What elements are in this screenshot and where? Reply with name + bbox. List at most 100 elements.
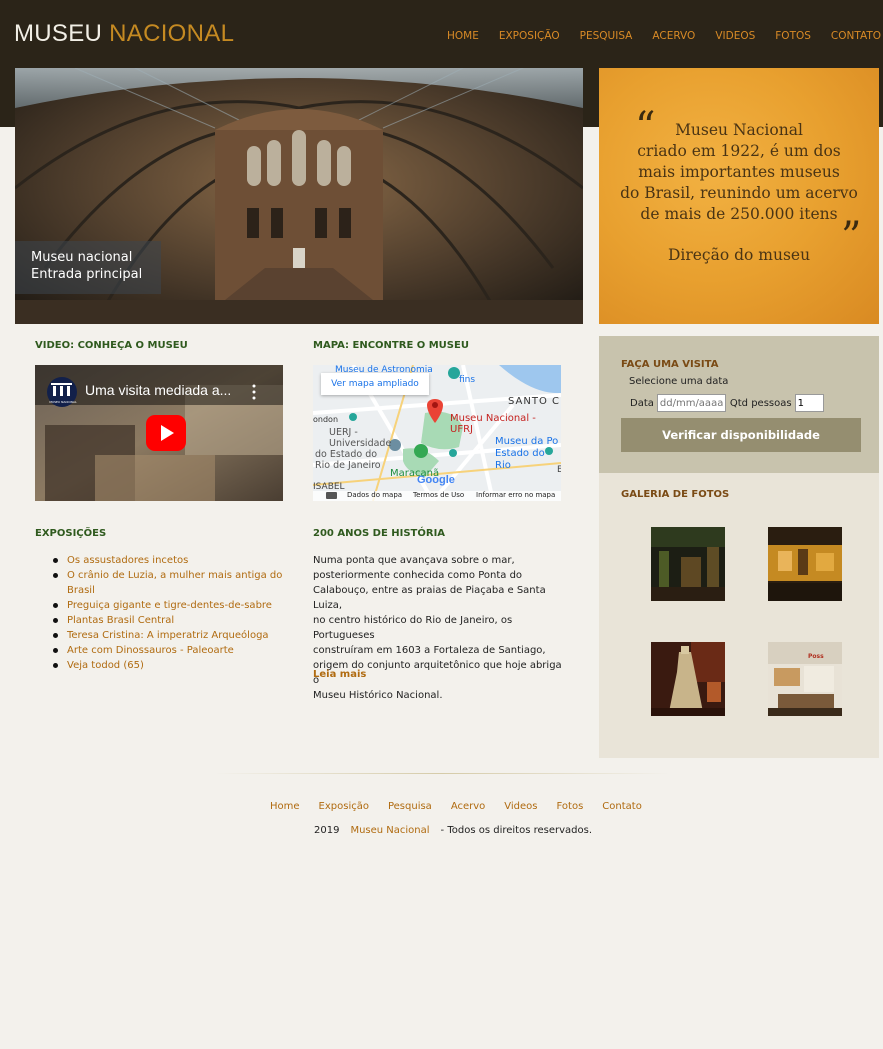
map-expand-link[interactable]: Ver mapa ampliado — [321, 373, 429, 395]
map-label: UERJ - — [329, 427, 358, 438]
nav-fotos[interactable]: FOTOS — [775, 30, 811, 42]
exhibit-link[interactable]: Arte com Dinossauros - Paleoarte — [35, 643, 285, 658]
footer-link-fotos[interactable]: Fotos — [557, 801, 584, 812]
video-player[interactable]: Uma visita mediada a... MUSEU NACIONAL — [35, 365, 283, 501]
quote-signature: Direção do museu — [667, 246, 811, 264]
history-line: Museu Histórico Nacional. — [313, 690, 443, 701]
footer-link-videos[interactable]: Videos — [504, 801, 537, 812]
map-label: SANTO C — [508, 396, 560, 407]
exhibit-link[interactable]: Preguiça gigante e tigre-dentes-de-sabre — [35, 598, 285, 613]
history-line: no centro histórico do Rio de Janeiro, o… — [313, 615, 513, 641]
date-input[interactable] — [656, 394, 726, 412]
google-logo: Google — [417, 474, 455, 486]
qty-label: Qtd pessoas — [729, 397, 792, 409]
map-label: ondon — [313, 415, 339, 424]
history-line: posteriormente conhecida como Ponta do — [313, 570, 523, 581]
quote-line: de mais de 250.000 itens — [640, 205, 838, 223]
exhibit-link[interactable]: Teresa Cristina: A imperatriz Arqueóloga — [35, 628, 285, 643]
gallery-photo-image — [651, 642, 725, 716]
exhibit-link[interactable]: Os assustadores incetos — [35, 553, 285, 568]
hero-caption: Museu nacional Entrada principal — [15, 241, 161, 294]
footer-nav: Home Exposição Pesquisa Acervo Videos Fo… — [270, 801, 661, 812]
exhibit-link[interactable]: Plantas Brasil Central — [35, 613, 285, 628]
main-nav: HOME EXPOSIÇÃO PESQUISA ACERVO VIDEOS FO… — [447, 30, 883, 42]
footer-divider — [215, 773, 670, 774]
exhibit-link-continuation[interactable]: Brasil — [35, 583, 285, 598]
map-footer: Dados do mapa Termos de Uso Informar err… — [313, 491, 561, 501]
quote-text: Museu Nacional criado em 1922, é um dos … — [599, 120, 879, 225]
qty-input[interactable] — [794, 394, 824, 412]
copyright-rights: - Todos os direitos reservados. — [440, 825, 593, 836]
visit-inputs-row: Data Qtd pessoas — [630, 394, 828, 412]
map-label-uerj: UERJ - Universidade — [329, 427, 391, 449]
footer-link-contato[interactable]: Contato — [602, 801, 642, 812]
see-all-exhibits-link[interactable]: Veja todod (65) — [35, 658, 285, 673]
hero-image: Museu nacional Entrada principal — [15, 68, 583, 324]
read-more-link[interactable]: Leia mais — [313, 669, 366, 680]
map-label: Museu de Astronomia — [335, 365, 433, 375]
gallery-title: GALERIA DE FOTOS — [621, 489, 730, 500]
gallery-photo[interactable] — [768, 527, 842, 601]
exhibit-link[interactable]: O crânio de Luzia, a mulher mais antiga … — [35, 568, 285, 583]
map-label: do Estado do — [315, 449, 378, 460]
embedded-map[interactable]: Ver mapa ampliado Museu de Astronomia fi… — [313, 365, 561, 501]
map-label: Museu Nacional - UFRJ — [450, 413, 536, 435]
map-report-link[interactable]: Informar erro no mapa — [476, 491, 555, 499]
exhibits-list: Os assustadores incetos O crânio de Luzi… — [35, 553, 285, 673]
quote-line: criado em 1922, é um dos — [637, 142, 841, 160]
map-section-title: MAPA: ENCONTRE O MUSEU — [313, 340, 469, 351]
history-text: Numa ponta que avançava sobre o mar, pos… — [313, 553, 565, 703]
history-line: Calabouço, entre as praias de Piaçaba e … — [313, 585, 546, 611]
nav-pesquisa[interactable]: PESQUISA — [580, 30, 633, 42]
map-label: E — [557, 465, 561, 475]
channel-badge: MUSEU NACIONAL — [49, 400, 77, 404]
nav-exposicao[interactable]: EXPOSIÇÃO — [499, 30, 560, 42]
date-label: Data — [630, 397, 654, 409]
quote-line: mais importantes museus — [638, 163, 840, 181]
quote-line: do Brasil, reunindo um acervo — [620, 184, 858, 202]
map-label: Rio de Janeiro — [315, 460, 381, 471]
map-terms-link[interactable]: Termos de Uso — [413, 491, 464, 499]
visit-subtitle: Selecione uma data — [629, 376, 729, 387]
hero-caption-line2: Entrada principal — [31, 267, 143, 282]
logo-text-museu: MUSEU — [14, 20, 103, 47]
nav-videos[interactable]: VIDEOS — [715, 30, 755, 42]
history-section-title: 200 ANOS DE HISTÓRIA — [313, 528, 446, 539]
gallery-photo[interactable] — [651, 527, 725, 601]
visit-title: FAÇA UMA VISITA — [621, 359, 719, 370]
gallery-photo-image — [651, 527, 725, 601]
map-label-museu-policia: Museu da Po Estado do Rio — [495, 436, 561, 472]
copyright: 2019 Museu Nacional - Todos os direitos … — [314, 825, 592, 836]
quote-card: “ Museu Nacional criado em 1922, é um do… — [599, 68, 879, 324]
hero-caption-line1: Museu nacional — [31, 250, 133, 265]
video-section-title: VIDEO: CONHEÇA O MUSEU — [35, 340, 188, 351]
exhibits-section-title: EXPOSIÇÕES — [35, 528, 107, 539]
history-line: Numa ponta que avançava sobre o mar, — [313, 555, 515, 566]
video-title[interactable]: Uma visita mediada a... — [85, 382, 231, 398]
history-line: construíram em 1603 a Fortaleza de Santi… — [313, 645, 546, 656]
map-label: Universidade — [329, 438, 392, 449]
copyright-year: 2019 — [314, 825, 340, 836]
map-label-uerj-2: do Estado do Rio de Janeiro — [315, 449, 381, 471]
footer-link-acervo[interactable]: Acervo — [451, 801, 485, 812]
sidebar: FAÇA UMA VISITA Selecione uma data Data … — [599, 336, 879, 758]
nav-home[interactable]: HOME — [447, 30, 479, 42]
gallery-photo[interactable]: Poss — [768, 642, 842, 716]
site-logo[interactable]: MUSEU NACIONAL — [14, 20, 234, 48]
gallery-photo-image — [768, 527, 842, 601]
gallery-photo-image — [768, 642, 842, 716]
map-label: fins — [459, 375, 476, 385]
nav-contato[interactable]: CONTATO — [831, 30, 881, 42]
verify-availability-button[interactable]: Verificar disponibilidade — [621, 418, 861, 452]
map-label: Estado do Rio — [495, 448, 545, 471]
footer-link-pesquisa[interactable]: Pesquisa — [388, 801, 432, 812]
map-data-link[interactable]: Dados do mapa — [347, 491, 402, 499]
gallery-photo[interactable] — [651, 642, 725, 716]
footer-link-exposicao[interactable]: Exposição — [319, 801, 369, 812]
nav-acervo[interactable]: ACERVO — [652, 30, 695, 42]
visit-form: FAÇA UMA VISITA Selecione uma data Data … — [599, 336, 879, 473]
footer-link-home[interactable]: Home — [270, 801, 300, 812]
logo-text-nacional: NACIONAL — [109, 20, 235, 47]
map-label: Museu da Po — [495, 436, 559, 447]
copyright-link[interactable]: Museu Nacional — [350, 825, 429, 836]
